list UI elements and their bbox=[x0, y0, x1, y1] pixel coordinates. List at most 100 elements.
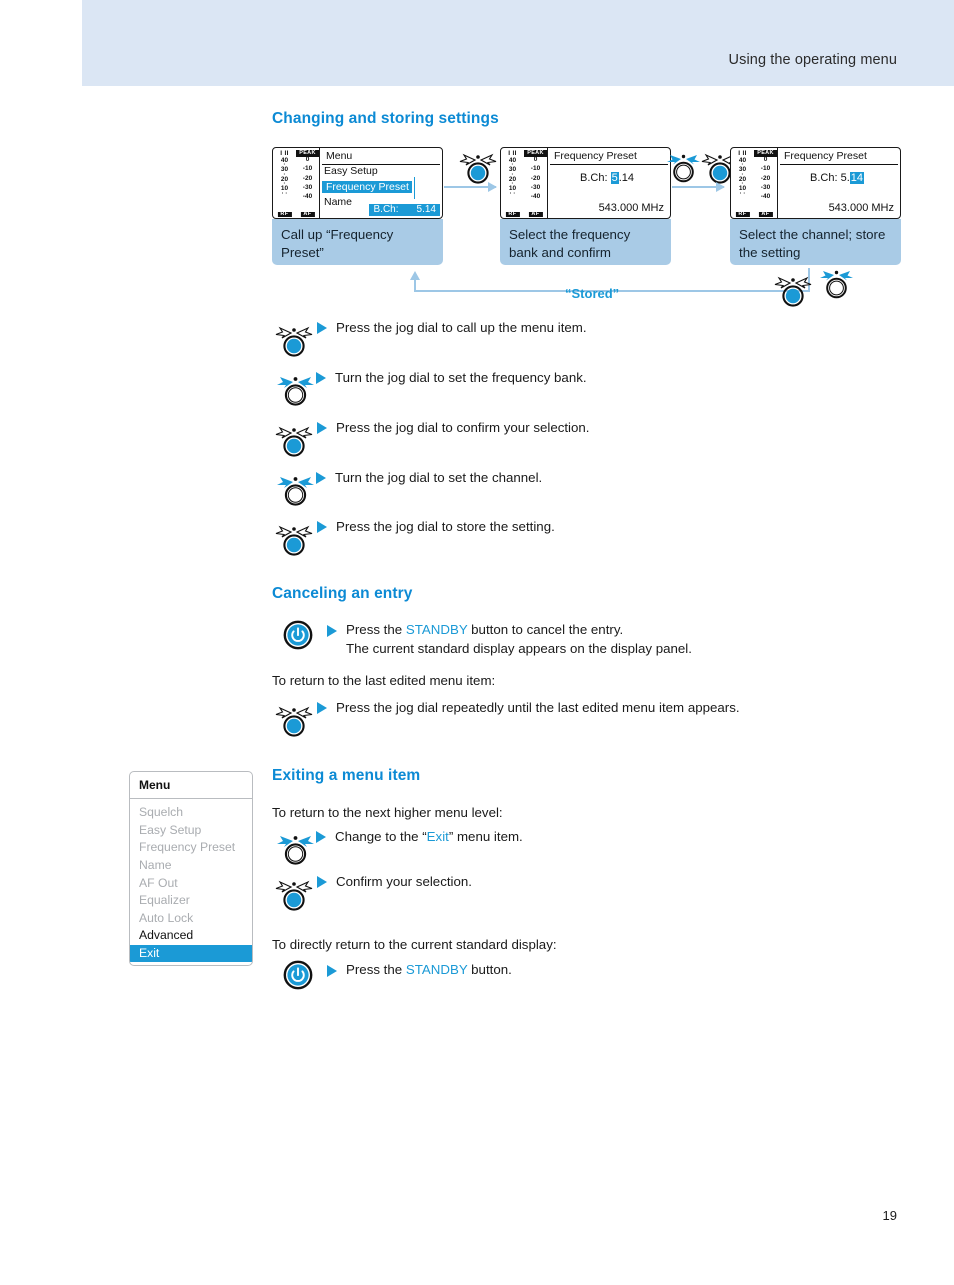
meter-right-value: -10 bbox=[302, 165, 313, 172]
step-text: Turn the jog dial to set the channel. bbox=[335, 470, 543, 485]
step-text: Confirm your selection. bbox=[336, 874, 472, 889]
menu-item-advanced[interactable]: Advanced bbox=[130, 927, 252, 945]
lcd-3-title: Frequency Preset bbox=[780, 148, 898, 165]
menu-panel-list: Squelch Easy Setup Frequency Preset Name… bbox=[130, 799, 252, 965]
meter-right-value: -20 bbox=[302, 174, 313, 182]
page-header-title: Using the operating menu bbox=[728, 52, 897, 68]
jog-dial-press-icon bbox=[271, 517, 317, 557]
menu-item-af-out[interactable]: AF Out bbox=[130, 874, 252, 892]
meter-right-value: -10 bbox=[530, 165, 541, 172]
flow-caption-1: Call up “Frequency Preset” bbox=[272, 219, 443, 265]
lcd-1-bch-label: B.Ch: bbox=[373, 204, 399, 215]
meter-right-value: -40 bbox=[302, 192, 313, 200]
meter-tag-rf: RF bbox=[277, 211, 292, 217]
lcd-1-item: Easy Setup bbox=[324, 165, 378, 177]
flow-caption-2: Select the frequency bank and confirm bbox=[500, 219, 671, 265]
meter-right-value: -30 bbox=[760, 184, 771, 191]
canceling-intro-2: To return to the last edited menu item: bbox=[272, 673, 496, 688]
meter-tag-rf: RF bbox=[735, 211, 750, 217]
step-text: Turn the jog dial to set the frequency b… bbox=[335, 370, 587, 385]
exiting-intro-2: To directly return to the current standa… bbox=[272, 937, 557, 952]
bullet-triangle-icon bbox=[327, 625, 337, 637]
step-text: Press the jog dial repeatedly until the … bbox=[336, 700, 740, 715]
step-row-standby-cancel: Press the STANDBY button to cancel the e… bbox=[283, 620, 692, 658]
step-row-1: Press the jog dial to call up the menu i… bbox=[271, 318, 587, 358]
lcd-meter-1: I II 40 · 30 · 20 · 10 · · RF PEAK 0 -10… bbox=[273, 148, 320, 218]
lcd-2-title: Frequency Preset bbox=[550, 148, 668, 165]
bullet-triangle-icon bbox=[327, 965, 337, 977]
lcd-3-bch: B.Ch: 5.14 bbox=[810, 172, 865, 184]
jog-dial-turn-icon bbox=[276, 368, 316, 408]
meter-tag-af: AF bbox=[300, 211, 315, 217]
lcd-2-channel: 14 bbox=[621, 172, 635, 184]
lcd-1-connector bbox=[414, 177, 415, 199]
step-text: Press the jog dial to store the setting. bbox=[336, 519, 555, 534]
step-row-change-to-exit: Change to the “Exit” menu item. bbox=[276, 827, 523, 867]
bullet-triangle-icon bbox=[317, 702, 327, 714]
step-row-standby-exit: Press the STANDBY button. bbox=[283, 960, 512, 990]
jog-dial-press-icon bbox=[271, 698, 317, 738]
exiting-intro-1: To return to the next higher menu level: bbox=[272, 805, 503, 820]
meter-right-value: -30 bbox=[302, 184, 313, 191]
step-row-3: Press the jog dial to confirm your selec… bbox=[271, 418, 590, 458]
meter-right-value: 0 bbox=[305, 155, 310, 163]
meter-right-value: -10 bbox=[760, 165, 771, 172]
standby-line2: The current standard display appears on … bbox=[346, 641, 692, 656]
step-text: Press the jog dial to call up the menu i… bbox=[336, 320, 587, 335]
standby-keyword: STANDBY bbox=[405, 622, 468, 637]
menu-item-auto-lock[interactable]: Auto Lock bbox=[130, 910, 252, 928]
meter-right-value: -20 bbox=[760, 174, 771, 182]
meter-tick: · · bbox=[509, 190, 516, 197]
lcd-3-bch-label: B.Ch: bbox=[810, 172, 838, 184]
lcd-2-bank-highlighted: 5 bbox=[610, 172, 619, 184]
section-heading-canceling: Canceling an entry bbox=[272, 585, 413, 602]
lcd-3-frequency: 543.000 MHz bbox=[828, 202, 894, 214]
lcd-1-item-selected: Frequency Preset bbox=[322, 180, 412, 193]
lcd-1-bch: B.Ch: 5.14 bbox=[368, 204, 440, 216]
bullet-triangle-icon bbox=[316, 831, 326, 843]
exit-pre: Change to the “ bbox=[335, 829, 427, 844]
menu-item-exit[interactable]: Exit bbox=[130, 944, 252, 963]
stored-label: “Stored” bbox=[565, 286, 620, 301]
menu-item-name[interactable]: Name bbox=[130, 857, 252, 875]
meter-right-value: -40 bbox=[760, 192, 771, 200]
step-row-confirm-selection: Confirm your selection. bbox=[271, 872, 472, 912]
meter-right-value: -20 bbox=[530, 174, 541, 182]
step-text-change-to-exit: Change to the “Exit” menu item. bbox=[335, 827, 523, 846]
step-row-5: Press the jog dial to store the setting. bbox=[271, 517, 555, 557]
section-heading-exiting: Exiting a menu item bbox=[272, 767, 421, 784]
lcd-1-title: Menu bbox=[322, 148, 440, 165]
menu-panel-title: Menu bbox=[130, 772, 252, 799]
flow-arrow-2 bbox=[672, 182, 725, 192]
jog-dial-press-icon bbox=[271, 418, 317, 458]
exit-post: ” menu item. bbox=[448, 829, 523, 844]
meter-right-value: 0 bbox=[533, 155, 538, 163]
jog-dial-turn-icon bbox=[276, 827, 316, 867]
menu-item-squelch[interactable]: Squelch bbox=[130, 804, 252, 822]
step-row-4: Turn the jog dial to set the channel. bbox=[276, 468, 542, 508]
standby-button-icon bbox=[283, 960, 313, 990]
bullet-triangle-icon bbox=[316, 472, 326, 484]
bullet-triangle-icon bbox=[316, 372, 326, 384]
bullet-triangle-icon bbox=[317, 422, 327, 434]
meter-tick: · · bbox=[739, 190, 746, 197]
bullet-triangle-icon bbox=[317, 322, 327, 334]
section-heading-changing: Changing and storing settings bbox=[272, 110, 499, 127]
meter-tick: · · bbox=[281, 190, 288, 197]
standby-button-icon bbox=[283, 620, 313, 650]
page-number: 19 bbox=[882, 1208, 897, 1223]
meter-right-value: -40 bbox=[530, 192, 541, 200]
menu-item-frequency-preset[interactable]: Frequency Preset bbox=[130, 839, 252, 857]
standby-post: button to cancel the entry. bbox=[467, 622, 624, 637]
step-text-standby-cancel: Press the STANDBY button to cancel the e… bbox=[346, 620, 692, 658]
menu-item-easy-setup[interactable]: Easy Setup bbox=[130, 822, 252, 840]
meter-tag-af: AF bbox=[758, 211, 773, 217]
step-row-repeat-press: Press the jog dial repeatedly until the … bbox=[271, 698, 740, 738]
meter-right-value: -30 bbox=[530, 184, 541, 191]
lcd-meter-2: I II 40 · 30 · 20 · 10 · · RF PEAK 0 -10… bbox=[501, 148, 548, 218]
lcd-3-channel-highlighted: 14 bbox=[849, 172, 865, 184]
menu-item-equalizer[interactable]: Equalizer bbox=[130, 892, 252, 910]
page-header-band bbox=[82, 0, 954, 86]
lcd-2-frequency: 543.000 MHz bbox=[598, 202, 664, 214]
lcd-display-1: I II 40 · 30 · 20 · 10 · · RF PEAK 0 -10… bbox=[272, 147, 443, 219]
